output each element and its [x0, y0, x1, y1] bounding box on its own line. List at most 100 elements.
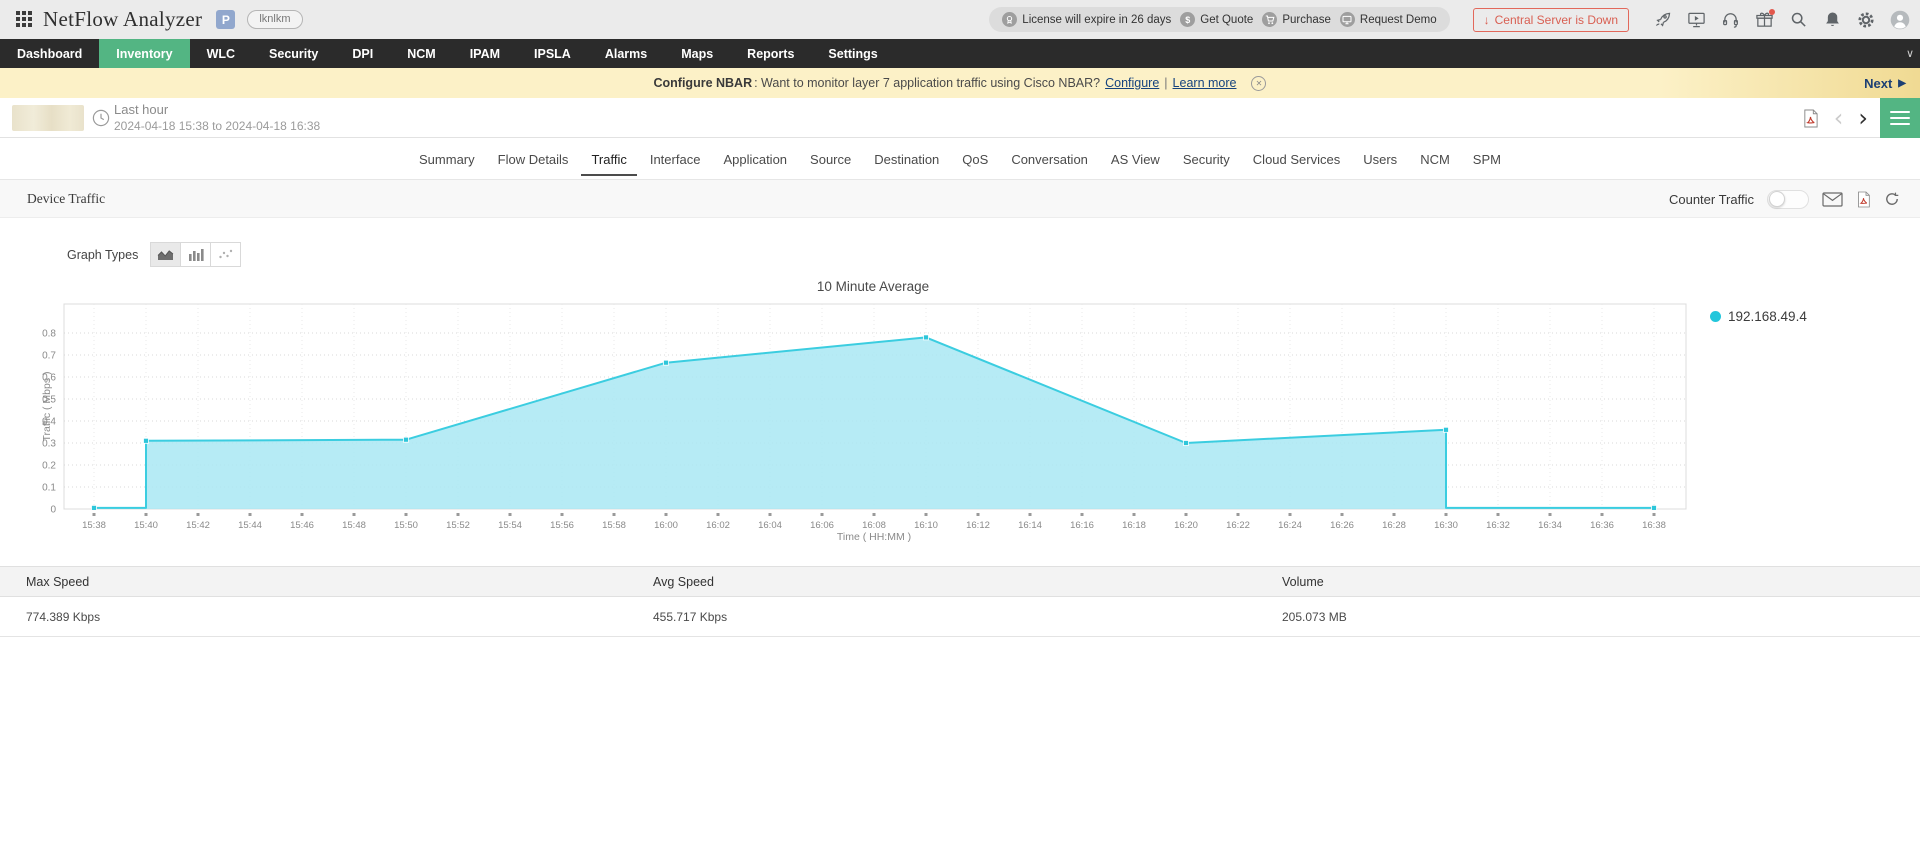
legend-label: 192.168.49.4 — [1728, 309, 1807, 324]
graph-types-label: Graph Types — [67, 247, 139, 262]
configure-link[interactable]: Configure — [1105, 76, 1159, 90]
stats-value-cell: 774.389 Kbps — [26, 609, 101, 624]
svg-text:15:40: 15:40 — [134, 520, 158, 531]
purchase-item[interactable]: Purchase — [1262, 12, 1331, 27]
tab-interface[interactable]: Interface — [640, 141, 711, 176]
tab-spm[interactable]: SPM — [1463, 141, 1511, 176]
svg-text:15:48: 15:48 — [342, 520, 366, 531]
main-nav: Dashboard Inventory WLC Security DPI NCM IPAM I… — [0, 39, 1920, 68]
nav-item-dpi[interactable]: DPI — [335, 39, 390, 68]
clock-icon — [92, 109, 110, 132]
nbar-banner: Configure NBAR: Want to monitor layer 7 … — [0, 68, 1920, 98]
svg-text:15:50: 15:50 — [394, 520, 418, 531]
gift-icon[interactable] — [1754, 8, 1775, 30]
svg-text:16:30: 16:30 — [1434, 520, 1458, 531]
svg-text:16:08: 16:08 — [862, 520, 886, 531]
nav-item-ncm[interactable]: NCM — [390, 39, 452, 68]
topbar-right: License will expire in 26 days $ Get Quo… — [989, 0, 1910, 39]
nav-item-ipsla[interactable]: IPSLA — [517, 39, 588, 68]
rocket-icon[interactable] — [1652, 10, 1672, 30]
menu-hamburger-button[interactable] — [1880, 98, 1920, 138]
topbar-icon-group — [1652, 8, 1910, 30]
time-period-selector[interactable]: Last hour 2024-04-18 15:38 to 2024-04-18… — [114, 101, 320, 132]
bell-icon[interactable] — [1822, 10, 1842, 30]
banner-text: : Want to monitor layer 7 application tr… — [754, 76, 1101, 90]
counter-traffic-label: Counter Traffic — [1668, 191, 1754, 207]
nav-item-reports[interactable]: Reports — [730, 39, 811, 68]
nav-items: Dashboard Inventory WLC Security DPI NCM IPAM I… — [0, 39, 895, 68]
email-icon[interactable] — [1822, 191, 1843, 207]
svg-text:15:54: 15:54 — [498, 520, 522, 531]
license-badge-icon — [1002, 12, 1018, 27]
central-server-button[interactable]: ↓ Central Server is Down — [1472, 7, 1629, 32]
tab-security[interactable]: Security — [1173, 141, 1240, 176]
device-name-redacted — [12, 105, 84, 131]
area-chart-type-button[interactable] — [150, 242, 182, 267]
tab-qos[interactable]: QoS — [952, 141, 998, 176]
request-demo-label: Request Demo — [1359, 13, 1437, 26]
svg-text:16:16: 16:16 — [1070, 520, 1094, 531]
tab-ncm[interactable]: NCM — [1410, 141, 1460, 176]
apps-grid-icon[interactable] — [16, 11, 33, 28]
bar-chart-type-button[interactable] — [180, 242, 212, 267]
stats-value-cell: 205.073 MB — [1282, 609, 1347, 624]
view-tabs: Summary Flow Details Traffic Interface Appli… — [0, 138, 1920, 180]
nav-overflow-chevron-icon[interactable]: ∨ — [1906, 39, 1914, 68]
search-icon[interactable] — [1788, 10, 1808, 30]
svg-text:16:14: 16:14 — [1018, 520, 1042, 531]
traffic-chart-svg: 00.10.20.30.40.50.60.70.815:38 15:40 15:42… — [41, 303, 1687, 543]
svg-text:16:06: 16:06 — [810, 520, 834, 531]
svg-text:16:26: 16:26 — [1330, 520, 1354, 531]
request-demo-item[interactable]: Request Demo — [1339, 12, 1437, 27]
tab-users[interactable]: Users — [1353, 141, 1407, 176]
tab-traffic[interactable]: Traffic — [581, 141, 636, 176]
banner-close-icon[interactable]: ✕ — [1251, 75, 1267, 91]
tab-as-view[interactable]: AS View — [1101, 141, 1170, 176]
svg-text:16:18: 16:18 — [1122, 520, 1146, 531]
svg-text:15:38: 15:38 — [82, 520, 106, 531]
license-expiry-item[interactable]: License will expire in 26 days — [1002, 12, 1171, 27]
scatter-chart-type-button[interactable] — [210, 242, 242, 267]
tab-application[interactable]: Application — [713, 141, 797, 176]
svg-text:16:36: 16:36 — [1590, 520, 1614, 531]
nav-item-dashboard[interactable]: Dashboard — [0, 39, 99, 68]
nav-item-ipam[interactable]: IPAM — [453, 39, 517, 68]
headset-icon[interactable] — [1720, 10, 1740, 30]
svg-text:16:00: 16:00 — [654, 520, 678, 531]
nav-item-alarms[interactable]: Alarms — [588, 39, 664, 68]
section-title: Device Traffic — [27, 191, 106, 206]
user-tag-pill: lknlkm — [247, 10, 303, 29]
gear-icon[interactable] — [1856, 10, 1876, 30]
next-device-chevron-icon[interactable]: › — [1858, 106, 1868, 130]
tab-conversation[interactable]: Conversation — [1001, 141, 1098, 176]
stats-table-header: Max Speed Avg Speed Volume — [0, 567, 1920, 597]
counter-traffic-toggle[interactable] — [1767, 189, 1809, 209]
nav-item-security[interactable]: Security — [252, 39, 335, 68]
prev-device-chevron-icon[interactable]: ‹ — [1834, 106, 1844, 130]
stats-value-cell: 455.717 Kbps — [653, 609, 728, 624]
stats-header-cell: Volume — [1282, 574, 1324, 589]
demo-player-icon[interactable] — [1686, 10, 1706, 30]
svg-text:16:28: 16:28 — [1382, 520, 1406, 531]
nav-item-maps[interactable]: Maps — [664, 39, 730, 68]
user-avatar[interactable] — [1890, 10, 1910, 30]
cart-icon — [1262, 12, 1278, 27]
get-quote-item[interactable]: $ Get Quote — [1180, 12, 1253, 27]
banner-separator: | — [1164, 76, 1168, 90]
tab-destination[interactable]: Destination — [864, 141, 949, 176]
pdf-icon[interactable] — [1856, 191, 1871, 208]
tab-flow-details[interactable]: Flow Details — [488, 141, 579, 176]
tab-summary[interactable]: Summary — [409, 141, 485, 176]
nav-item-inventory[interactable]: Inventory — [99, 39, 190, 68]
svg-text:15:56: 15:56 — [550, 520, 574, 531]
nav-item-wlc[interactable]: WLC — [190, 39, 252, 68]
learn-more-link[interactable]: Learn more — [1173, 76, 1237, 90]
tab-source[interactable]: Source — [800, 141, 861, 176]
traffic-chart-area: 10 Minute Average 0 0.1 0.2 0.3 0.4 0.5 0.6 0.7… — [0, 279, 1920, 546]
pdf-export-icon[interactable] — [1802, 109, 1819, 128]
refresh-icon[interactable] — [1884, 191, 1900, 207]
nav-item-settings[interactable]: Settings — [811, 39, 894, 68]
tab-cloud-services[interactable]: Cloud Services — [1243, 141, 1350, 176]
graph-types: Graph Types — [67, 242, 1920, 267]
banner-next-button[interactable]: Next ▶ — [1864, 68, 1906, 98]
